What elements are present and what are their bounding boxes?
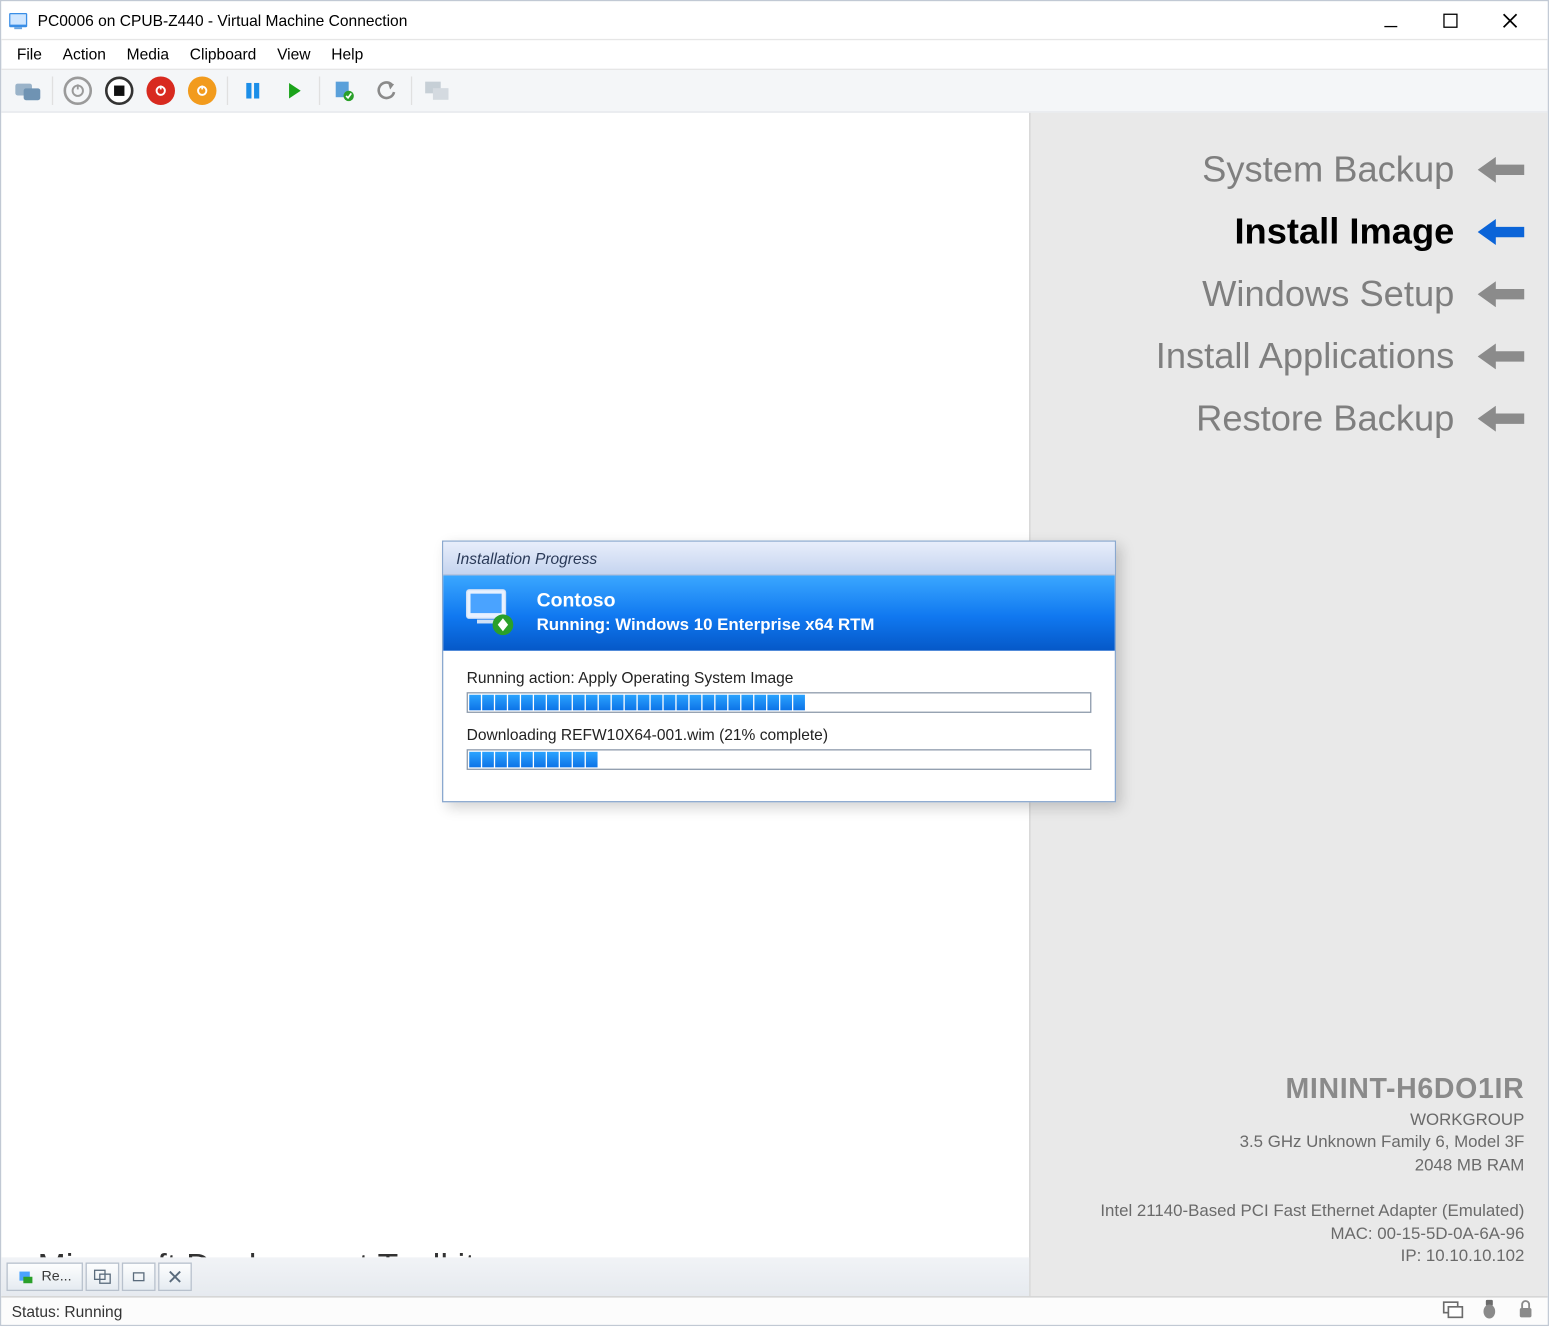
taskbar-cascade-button[interactable] xyxy=(86,1262,120,1291)
taskbar-task-item[interactable]: Re... xyxy=(6,1262,83,1291)
menubar: File Action Media Clipboard View Help xyxy=(1,40,1547,69)
start-button[interactable] xyxy=(60,73,96,109)
installation-progress-dialog: Installation Progress Contoso Running: W… xyxy=(442,541,1116,803)
computer-install-icon xyxy=(461,586,518,638)
step-label: Install Image xyxy=(1234,211,1454,252)
menu-action[interactable]: Action xyxy=(52,43,116,66)
step-row-system-backup: System Backup xyxy=(1030,149,1524,190)
step-row-windows-setup: Windows Setup xyxy=(1030,273,1524,314)
dialog-running-label: Running: Windows 10 Enterprise x64 RTM xyxy=(537,614,875,633)
reset-button[interactable] xyxy=(184,73,220,109)
titlebar: PC0006 on CPUB-Z440 - Virtual Machine Co… xyxy=(1,1,1547,40)
progress-bar-action xyxy=(467,692,1092,713)
sysinfo-ip: IP: 10.10.10.102 xyxy=(1100,1245,1524,1268)
enhanced-session-button[interactable] xyxy=(419,73,455,109)
sysinfo-cpu: 3.5 GHz Unknown Family 6, Model 3F xyxy=(1100,1131,1524,1154)
task-item-label: Re... xyxy=(41,1269,71,1285)
taskbar-close-button[interactable] xyxy=(158,1262,192,1291)
arrow-left-icon xyxy=(1478,281,1525,307)
statusbar: Status: Running xyxy=(1,1296,1547,1325)
step-row-install-image: Install Image xyxy=(1030,211,1524,252)
close-button[interactable] xyxy=(1480,1,1540,40)
step-label: Windows Setup xyxy=(1202,273,1454,314)
window-title: PC0006 on CPUB-Z440 - Virtual Machine Co… xyxy=(38,11,408,29)
ctrl-alt-del-button[interactable] xyxy=(9,73,45,109)
step-row-install-applications: Install Applications xyxy=(1030,336,1524,377)
minimize-button[interactable] xyxy=(1361,1,1421,40)
toolbar xyxy=(1,69,1547,113)
sysinfo-ram: 2048 MB RAM xyxy=(1100,1153,1524,1176)
arrow-left-icon xyxy=(1478,219,1525,245)
usb-device-icon[interactable] xyxy=(1478,1297,1501,1324)
menu-help[interactable]: Help xyxy=(321,43,374,66)
step-row-restore-backup: Restore Backup xyxy=(1030,398,1524,439)
step-label: System Backup xyxy=(1202,149,1454,190)
shutdown-button[interactable] xyxy=(143,73,179,109)
vm-viewport[interactable]: System Backup Install Image Windows Setup I… xyxy=(1,113,1547,1296)
taskbar-restore-button[interactable] xyxy=(122,1262,156,1291)
progress-bar-download xyxy=(467,749,1092,770)
checkpoint-button[interactable] xyxy=(327,73,363,109)
maximize-button[interactable] xyxy=(1421,1,1481,40)
resume-button[interactable] xyxy=(276,73,312,109)
task-item-icon xyxy=(18,1269,34,1285)
arrow-left-icon xyxy=(1478,157,1525,183)
menu-file[interactable]: File xyxy=(6,43,52,66)
vm-taskbar: Re... xyxy=(1,1257,1029,1296)
download-progress-label: Downloading REFW10X64-001.wim (21% compl… xyxy=(467,726,1092,744)
sysinfo-workgroup: WORKGROUP xyxy=(1100,1108,1524,1131)
turn-off-button[interactable] xyxy=(101,73,137,109)
step-label: Install Applications xyxy=(1156,336,1455,377)
arrow-left-icon xyxy=(1478,406,1525,432)
status-text: Status: Running xyxy=(12,1302,123,1320)
app-icon xyxy=(9,10,30,31)
pause-button[interactable] xyxy=(235,73,271,109)
revert-button[interactable] xyxy=(368,73,404,109)
display-config-icon[interactable] xyxy=(1441,1297,1464,1324)
sysinfo-nic: Intel 21140-Based PCI Fast Ethernet Adap… xyxy=(1100,1199,1524,1222)
step-label: Restore Backup xyxy=(1196,398,1454,439)
menu-view[interactable]: View xyxy=(267,43,321,66)
lock-icon[interactable] xyxy=(1514,1297,1537,1324)
sysinfo-hostname: MININT-H6DO1IR xyxy=(1100,1069,1524,1107)
sysinfo-mac: MAC: 00-15-5D-0A-6A-96 xyxy=(1100,1222,1524,1245)
dialog-org-label: Contoso xyxy=(537,590,875,612)
menu-media[interactable]: Media xyxy=(116,43,179,66)
arrow-left-icon xyxy=(1478,343,1525,369)
system-info-panel: MININT-H6DO1IR WORKGROUP 3.5 GHz Unknown… xyxy=(1100,1069,1524,1267)
dialog-title: Installation Progress xyxy=(443,542,1114,576)
menu-clipboard[interactable]: Clipboard xyxy=(179,43,266,66)
running-action-label: Running action: Apply Operating System I… xyxy=(467,669,1092,687)
